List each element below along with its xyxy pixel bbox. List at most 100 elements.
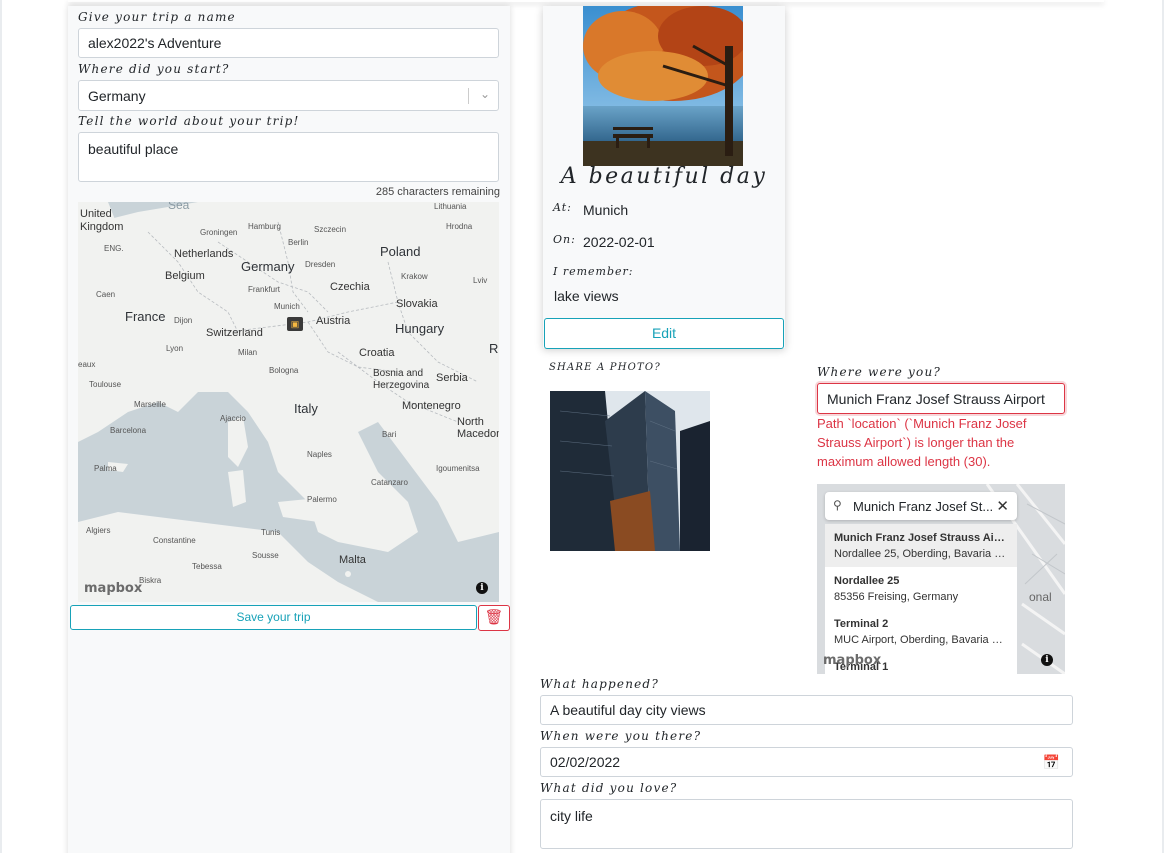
location-map[interactable]: onal ⚲ Munich Franz Josef St... ✕ Munich… [817, 484, 1065, 674]
map-label-netherlands: Netherlands [174, 248, 234, 260]
result-title: Terminal 2 [834, 618, 889, 630]
map-label-belgium: Belgium [165, 270, 205, 282]
map-label-naples: Naples [307, 450, 332, 459]
map-label-r: R [489, 341, 499, 356]
map-label-munich: Munich [274, 302, 300, 311]
memory-on-label: On: [553, 233, 576, 246]
map-label-dresden: Dresden [305, 260, 336, 269]
city-photo[interactable] [550, 391, 710, 551]
map-label-slovakia: Slovakia [396, 298, 438, 310]
map-label-hungary: Hungary [395, 321, 445, 336]
close-icon[interactable]: ✕ [996, 497, 1009, 515]
location-map-label: onal [1029, 590, 1052, 604]
tree-photo [583, 6, 743, 166]
result-title: Nordallee 25 [834, 575, 900, 587]
location-input[interactable]: Munich Franz Josef Strauss Airport [817, 383, 1065, 414]
map-label-hrodna: Hrodna [446, 222, 473, 231]
result-subtitle: MUC Airport, Oberding, Bavaria 85... [834, 634, 1008, 646]
trip-about-label: Tell the world about your trip! [78, 114, 300, 128]
map-label-czechia: Czechia [330, 281, 370, 293]
memory-on-value: 2022-02-01 [583, 234, 655, 250]
location-label: Where were you? [817, 365, 942, 379]
trip-name-input[interactable]: alex2022's Adventure [78, 28, 499, 58]
edit-memory-button[interactable]: Edit [544, 318, 784, 349]
map-label-poland: Poland [380, 244, 421, 259]
memory-card: A beautiful day At: Munich On: 2022-02-0… [543, 6, 785, 349]
map-label-croatia: Croatia [359, 347, 395, 359]
geocoder-results: Munich Franz Josef Strauss Airp... Norda… [825, 524, 1017, 674]
save-trip-button[interactable]: Save your trip [70, 605, 477, 630]
happened-input[interactable]: A beautiful day city views [540, 695, 1073, 725]
map-label-szczecin: Szczecin [314, 225, 347, 234]
info-icon[interactable]: i [1041, 654, 1053, 666]
trip-start-label: Where did you start? [78, 62, 230, 76]
map-label-lyon: Lyon [166, 344, 184, 353]
trip-name-label: Give your trip a name [78, 10, 236, 24]
map-label-ajaccio: Ajaccio [220, 414, 246, 423]
trip-about-textarea[interactable]: beautiful place [78, 132, 499, 182]
map-label-montenegro: Montenegro [402, 400, 461, 412]
trip-form-panel: Give your trip a name alex2022's Adventu… [68, 6, 510, 853]
map-label-catanzaro: Catanzaro [371, 478, 408, 487]
map-label-bari: Bari [382, 430, 397, 439]
map-label-caen: Caen [96, 290, 116, 299]
when-date-input[interactable]: 02/02/2022 📅 [540, 747, 1073, 777]
map-label-bologna: Bologna [269, 366, 299, 375]
memory-at-label: At: [553, 201, 572, 214]
trip-map[interactable]: Sea Lithuania United Kingdom Hamburg Szc… [78, 202, 499, 602]
mapbox-logo[interactable]: mapbox [84, 581, 142, 596]
map-label-germany: Germany [241, 259, 295, 274]
chevron-down-icon[interactable]: ⌄ [480, 87, 490, 101]
map-label-hamburg: Hamburg [248, 222, 281, 231]
result-title: Munich Franz Josef Strauss Airp... [834, 532, 1008, 544]
map-label-biskra: Biskra [139, 576, 162, 585]
map-label-palma: Palma [94, 464, 117, 473]
map-label-switzerland: Switzerland [206, 327, 263, 339]
geocoder-query[interactable]: Munich Franz Josef St... [853, 499, 993, 514]
map-label-toulouse: Toulouse [89, 380, 122, 389]
happened-label: What happened? [540, 677, 659, 691]
memory-title: A beautiful day [560, 164, 768, 189]
map-label-malta: Malta [339, 554, 366, 566]
map-label-frankfurt: Frankfurt [248, 285, 281, 294]
chars-remaining: 285 characters remaining [375, 186, 500, 198]
trip-start-value: Germany [88, 88, 146, 104]
map-label-eng: ENG. [104, 244, 124, 253]
map-label-groningen: Groningen [200, 228, 238, 237]
geocoder-result[interactable]: Nordallee 25 85356 Freising, Germany [825, 567, 1017, 610]
map-label-tebessa: Tebessa [192, 562, 222, 571]
map-label-sousse: Sousse [252, 551, 279, 560]
love-label: What did you love? [540, 781, 678, 795]
map-label-marseille: Marseille [134, 400, 167, 409]
when-date-value: 02/02/2022 [550, 754, 621, 770]
search-icon: ⚲ [833, 498, 842, 512]
map-label-berlin: Berlin [288, 238, 309, 247]
map-label-tunis: Tunis [261, 528, 281, 537]
map-label-dijon: Dijon [174, 316, 193, 325]
map-label-united-kingdom: United Kingdom [80, 208, 124, 233]
map-label-austria: Austria [316, 315, 351, 327]
map-label-igoumenitsa: Igoumenitsa [436, 464, 480, 473]
map-label-italy: Italy [294, 401, 318, 416]
when-label: When were you there? [540, 729, 702, 743]
map-label-palermo: Palermo [307, 495, 337, 504]
result-subtitle: Nordallee 25, Oberding, Bavaria 8... [834, 548, 1008, 560]
geocoder-result[interactable]: Terminal 2 MUC Airport, Oberding, Bavari… [825, 610, 1017, 653]
geocoder-search[interactable]: ⚲ Munich Franz Josef St... ✕ [825, 492, 1017, 520]
trip-start-select[interactable]: Germany ⌄ [78, 80, 499, 111]
calendar-icon[interactable]: 📅 [1043, 754, 1060, 771]
map-label-milan: Milan [238, 348, 258, 357]
mapbox-logo[interactable]: mapbox [823, 653, 881, 668]
info-icon[interactable]: i [476, 582, 488, 594]
geocoder-result[interactable]: Munich Franz Josef Strauss Airp... Norda… [825, 524, 1017, 567]
camera-marker-icon[interactable]: ▣ [287, 317, 303, 331]
map-label-north-macedonia: North Macedoni [457, 416, 499, 440]
map-label-serbia: Serbia [436, 372, 468, 384]
delete-trip-button[interactable]: 🗑 [478, 605, 510, 631]
map-label-algiers: Algiers [86, 526, 111, 535]
app-frame: Give your trip a name alex2022's Adventu… [2, 0, 1162, 853]
result-subtitle: 85356 Freising, Germany [834, 591, 959, 603]
love-textarea[interactable]: city life [540, 799, 1073, 849]
map-label-eaux: eaux [78, 360, 96, 369]
location-error: Path `location` (`Munich Franz Josef Str… [817, 416, 1027, 469]
